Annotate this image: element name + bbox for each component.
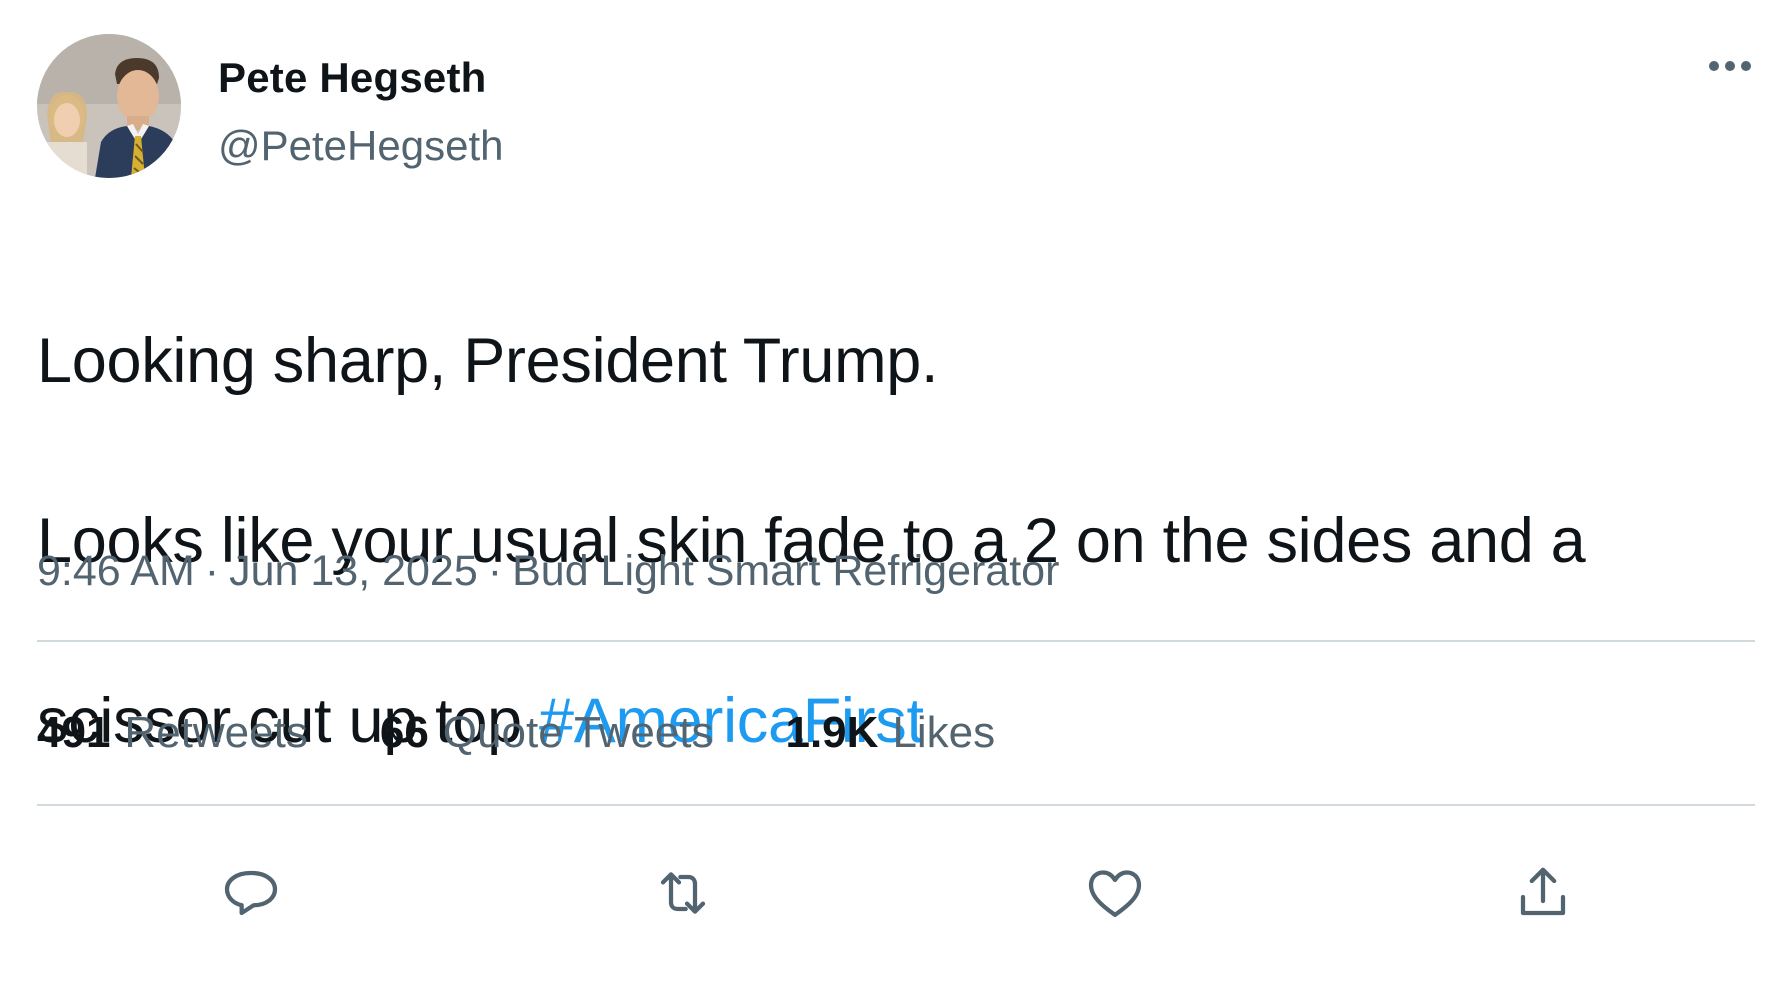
tweet-source[interactable]: Bud Light Smart Refrigerator — [512, 547, 1059, 595]
divider — [37, 640, 1755, 642]
avatar[interactable] — [37, 34, 181, 178]
share-icon — [1520, 867, 1566, 916]
quote-tweets-count: 66 — [379, 708, 429, 757]
reply-button[interactable] — [216, 858, 286, 928]
more-icon — [1709, 61, 1719, 71]
retweet-icon — [660, 872, 706, 914]
quote-tweets-label: Quote Tweets — [442, 708, 714, 757]
retweet-button[interactable] — [648, 858, 718, 928]
like-button[interactable] — [1080, 858, 1150, 928]
tweet-card: Pete Hegseth @PeteHegseth Looking sharp,… — [0, 0, 1788, 996]
reply-icon — [224, 870, 278, 916]
meta-separator: · — [487, 547, 503, 595]
heart-icon — [1088, 870, 1142, 917]
retweets-label: Retweets — [124, 708, 308, 757]
tweet-meta: 9:46 AM · Jun 13, 2025 · Bud Light Smart Ref… — [37, 547, 1059, 596]
more-icon-dot — [1725, 61, 1735, 71]
divider — [37, 804, 1755, 806]
likes-stat[interactable]: 1.9K Likes — [785, 708, 995, 758]
profile-photo-icon — [37, 34, 181, 178]
more-icon-dot — [1741, 61, 1751, 71]
engagement-stats: 491 Retweets 66 Quote Tweets 1.9K Likes — [37, 708, 995, 758]
retweets-stat[interactable]: 491 Retweets — [37, 708, 308, 758]
quote-tweets-stat[interactable]: 66 Quote Tweets — [380, 708, 714, 758]
retweets-count: 491 — [37, 708, 111, 757]
meta-separator: · — [204, 547, 220, 595]
tweet-date[interactable]: Jun 13, 2025 — [229, 547, 478, 595]
share-button[interactable] — [1508, 858, 1578, 928]
likes-label: Likes — [892, 708, 996, 757]
tweet-text: Looking sharp, President Trump. Looks li… — [37, 226, 1757, 856]
author-handle[interactable]: @PeteHegseth — [218, 122, 503, 170]
likes-count: 1.9K — [785, 708, 879, 757]
tweet-text-line: Looking sharp, President Trump. — [37, 326, 939, 396]
more-options-button[interactable] — [1698, 50, 1762, 82]
tweet-time[interactable]: 9:46 AM — [37, 547, 195, 595]
author-display-name[interactable]: Pete Hegseth — [218, 54, 487, 102]
